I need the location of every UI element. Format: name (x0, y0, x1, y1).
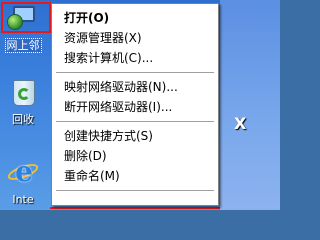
desktop-background-right (220, 0, 280, 210)
menu-item-rename[interactable]: 重命名(M) (54, 166, 216, 186)
menu-item-create-shortcut[interactable]: 创建快捷方式(S) (54, 126, 216, 146)
desktop-icon-recycle-bin[interactable]: 回收 (2, 76, 44, 127)
menu-separator (56, 190, 214, 191)
network-places-icon (7, 2, 39, 34)
menu-item-open[interactable]: 打开(O) (54, 8, 216, 28)
red-underline-mark (50, 207, 220, 209)
menu-item-disconnect-network-drive[interactable]: 断开网络驱动器(I)... (54, 97, 216, 117)
recycle-bin-icon (7, 76, 39, 108)
desktop-icon-label: Inte (12, 193, 34, 206)
menu-item-map-network-drive[interactable]: 映射网络驱动器(N)... (54, 77, 216, 97)
menu-item-delete[interactable]: 删除(D) (54, 146, 216, 166)
menu-item-search-computer[interactable]: 搜索计算机(C)... (54, 48, 216, 68)
desktop-icon-label: 回收 (12, 113, 34, 126)
desktop-icon-internet-explorer[interactable]: e Inte (2, 156, 44, 207)
menu-item-explorer[interactable]: 资源管理器(X) (54, 28, 216, 48)
desktop-icon-label: 网上邻 (4, 38, 42, 53)
menu-separator (56, 121, 214, 122)
internet-explorer-icon: e (5, 156, 41, 188)
desktop-glyph: X (234, 114, 247, 133)
context-menu: 打开(O) 资源管理器(X) 搜索计算机(C)... 映射网络驱动器(N)...… (51, 3, 219, 206)
desktop-icon-network-places[interactable]: 网上邻 (2, 2, 44, 53)
menu-separator (56, 72, 214, 73)
